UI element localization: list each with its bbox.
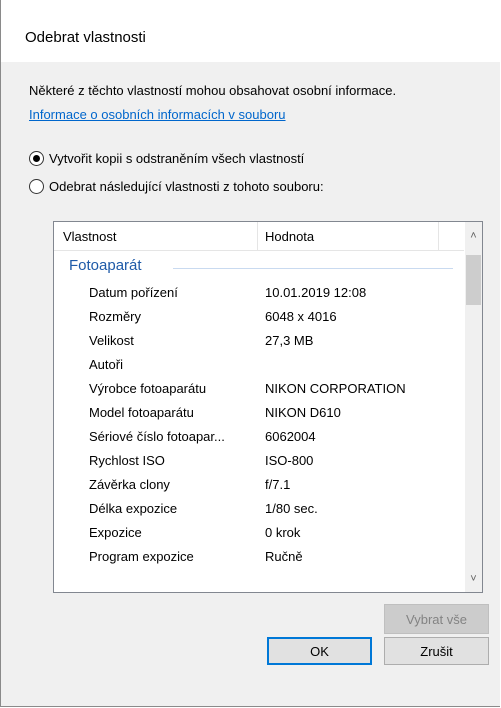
list-row[interactable]: Autoři xyxy=(54,353,464,377)
properties-list[interactable]: Vlastnost Hodnota Fotoaparát Datum poříz… xyxy=(53,221,483,593)
list-row[interactable]: Délka expozice 1/80 sec. xyxy=(54,497,464,521)
list-row[interactable]: Expozice 0 krok xyxy=(54,521,464,545)
list-row[interactable]: Závěrka clony f/7.1 xyxy=(54,473,464,497)
list-row[interactable]: Velikost 27,3 MB xyxy=(54,329,464,353)
property-name: Expozice xyxy=(89,525,142,540)
group-divider xyxy=(173,268,453,269)
column-header-value[interactable]: Hodnota xyxy=(265,229,314,244)
radio-option-remove-label: Odebrat následující vlastnosti z tohoto … xyxy=(49,178,324,194)
property-name: Sériové číslo fotoapar... xyxy=(89,429,225,444)
property-value: 6048 x 4016 xyxy=(265,309,337,324)
property-name: Datum pořízení xyxy=(89,285,178,300)
radio-option-copy[interactable]: Vytvořit kopii s odstraněním všech vlast… xyxy=(29,148,304,168)
property-name: Rychlost ISO xyxy=(89,453,165,468)
property-name: Rozměry xyxy=(89,309,142,324)
property-name: Délka expozice xyxy=(89,501,178,516)
list-header: Vlastnost Hodnota xyxy=(54,222,464,251)
property-name: Autoři xyxy=(89,357,123,372)
list-row[interactable]: Datum pořízení 10.01.2019 12:08 xyxy=(54,281,464,305)
list-row[interactable]: Rychlost ISO ISO-800 xyxy=(54,449,464,473)
group-header-camera[interactable]: Fotoaparát xyxy=(69,257,142,274)
property-value: NIKON D610 xyxy=(265,405,341,420)
property-value: NIKON CORPORATION xyxy=(265,381,406,396)
list-row[interactable]: Model fotoaparátu NIKON D610 xyxy=(54,401,464,425)
vertical-scrollbar[interactable]: ˄ ˅ xyxy=(465,222,482,592)
property-value: 6062004 xyxy=(265,429,316,444)
column-divider[interactable] xyxy=(257,222,258,250)
column-divider[interactable] xyxy=(438,222,439,250)
list-row[interactable]: Výrobce fotoaparátu NIKON CORPORATION xyxy=(54,377,464,401)
list-row[interactable]: Sériové číslo fotoapar... 6062004 xyxy=(54,425,464,449)
radio-selected-icon[interactable] xyxy=(29,150,44,166)
list-row[interactable]: Program expozice Ručně xyxy=(54,545,464,569)
radio-unselected-icon[interactable] xyxy=(29,178,44,194)
property-value: 10.01.2019 12:08 xyxy=(265,285,367,300)
column-header-property[interactable]: Vlastnost xyxy=(63,229,116,244)
property-name: Výrobce fotoaparátu xyxy=(89,381,207,396)
property-value: 0 krok xyxy=(265,525,301,540)
select-all-button[interactable]: Vybrat vše xyxy=(384,604,489,634)
property-value: 27,3 MB xyxy=(265,333,314,348)
radio-option-remove[interactable]: Odebrat následující vlastnosti z tohoto … xyxy=(29,176,324,196)
scrollbar-thumb[interactable] xyxy=(466,255,481,305)
remove-properties-dialog: Odebrat vlastnosti Některé z těchto vlas… xyxy=(0,0,500,707)
dialog-title: Odebrat vlastnosti xyxy=(25,29,146,46)
property-value: Ručně xyxy=(265,549,303,564)
list-row[interactable]: Rozměry 6048 x 4016 xyxy=(54,305,464,329)
title-bar: Odebrat vlastnosti xyxy=(1,0,500,62)
property-name: Závěrka clony xyxy=(89,477,170,492)
property-value: ISO-800 xyxy=(265,453,314,468)
cancel-button[interactable]: Zrušit xyxy=(384,637,489,665)
property-value: f/7.1 xyxy=(265,477,291,492)
personal-info-link[interactable]: Informace o osobních informacích v soubo… xyxy=(29,107,286,122)
ok-button[interactable]: OK xyxy=(267,637,372,665)
property-name: Program expozice xyxy=(89,549,194,564)
info-text: Některé z těchto vlastností mohou obsaho… xyxy=(29,83,397,98)
scroll-down-arrow-icon[interactable]: ˅ xyxy=(465,570,482,587)
scroll-up-arrow-icon[interactable]: ˄ xyxy=(465,227,482,244)
property-value: 1/80 sec. xyxy=(265,501,318,516)
property-name: Model fotoaparátu xyxy=(89,405,194,420)
radio-option-copy-label: Vytvořit kopii s odstraněním všech vlast… xyxy=(49,150,305,166)
property-name: Velikost xyxy=(89,333,134,348)
